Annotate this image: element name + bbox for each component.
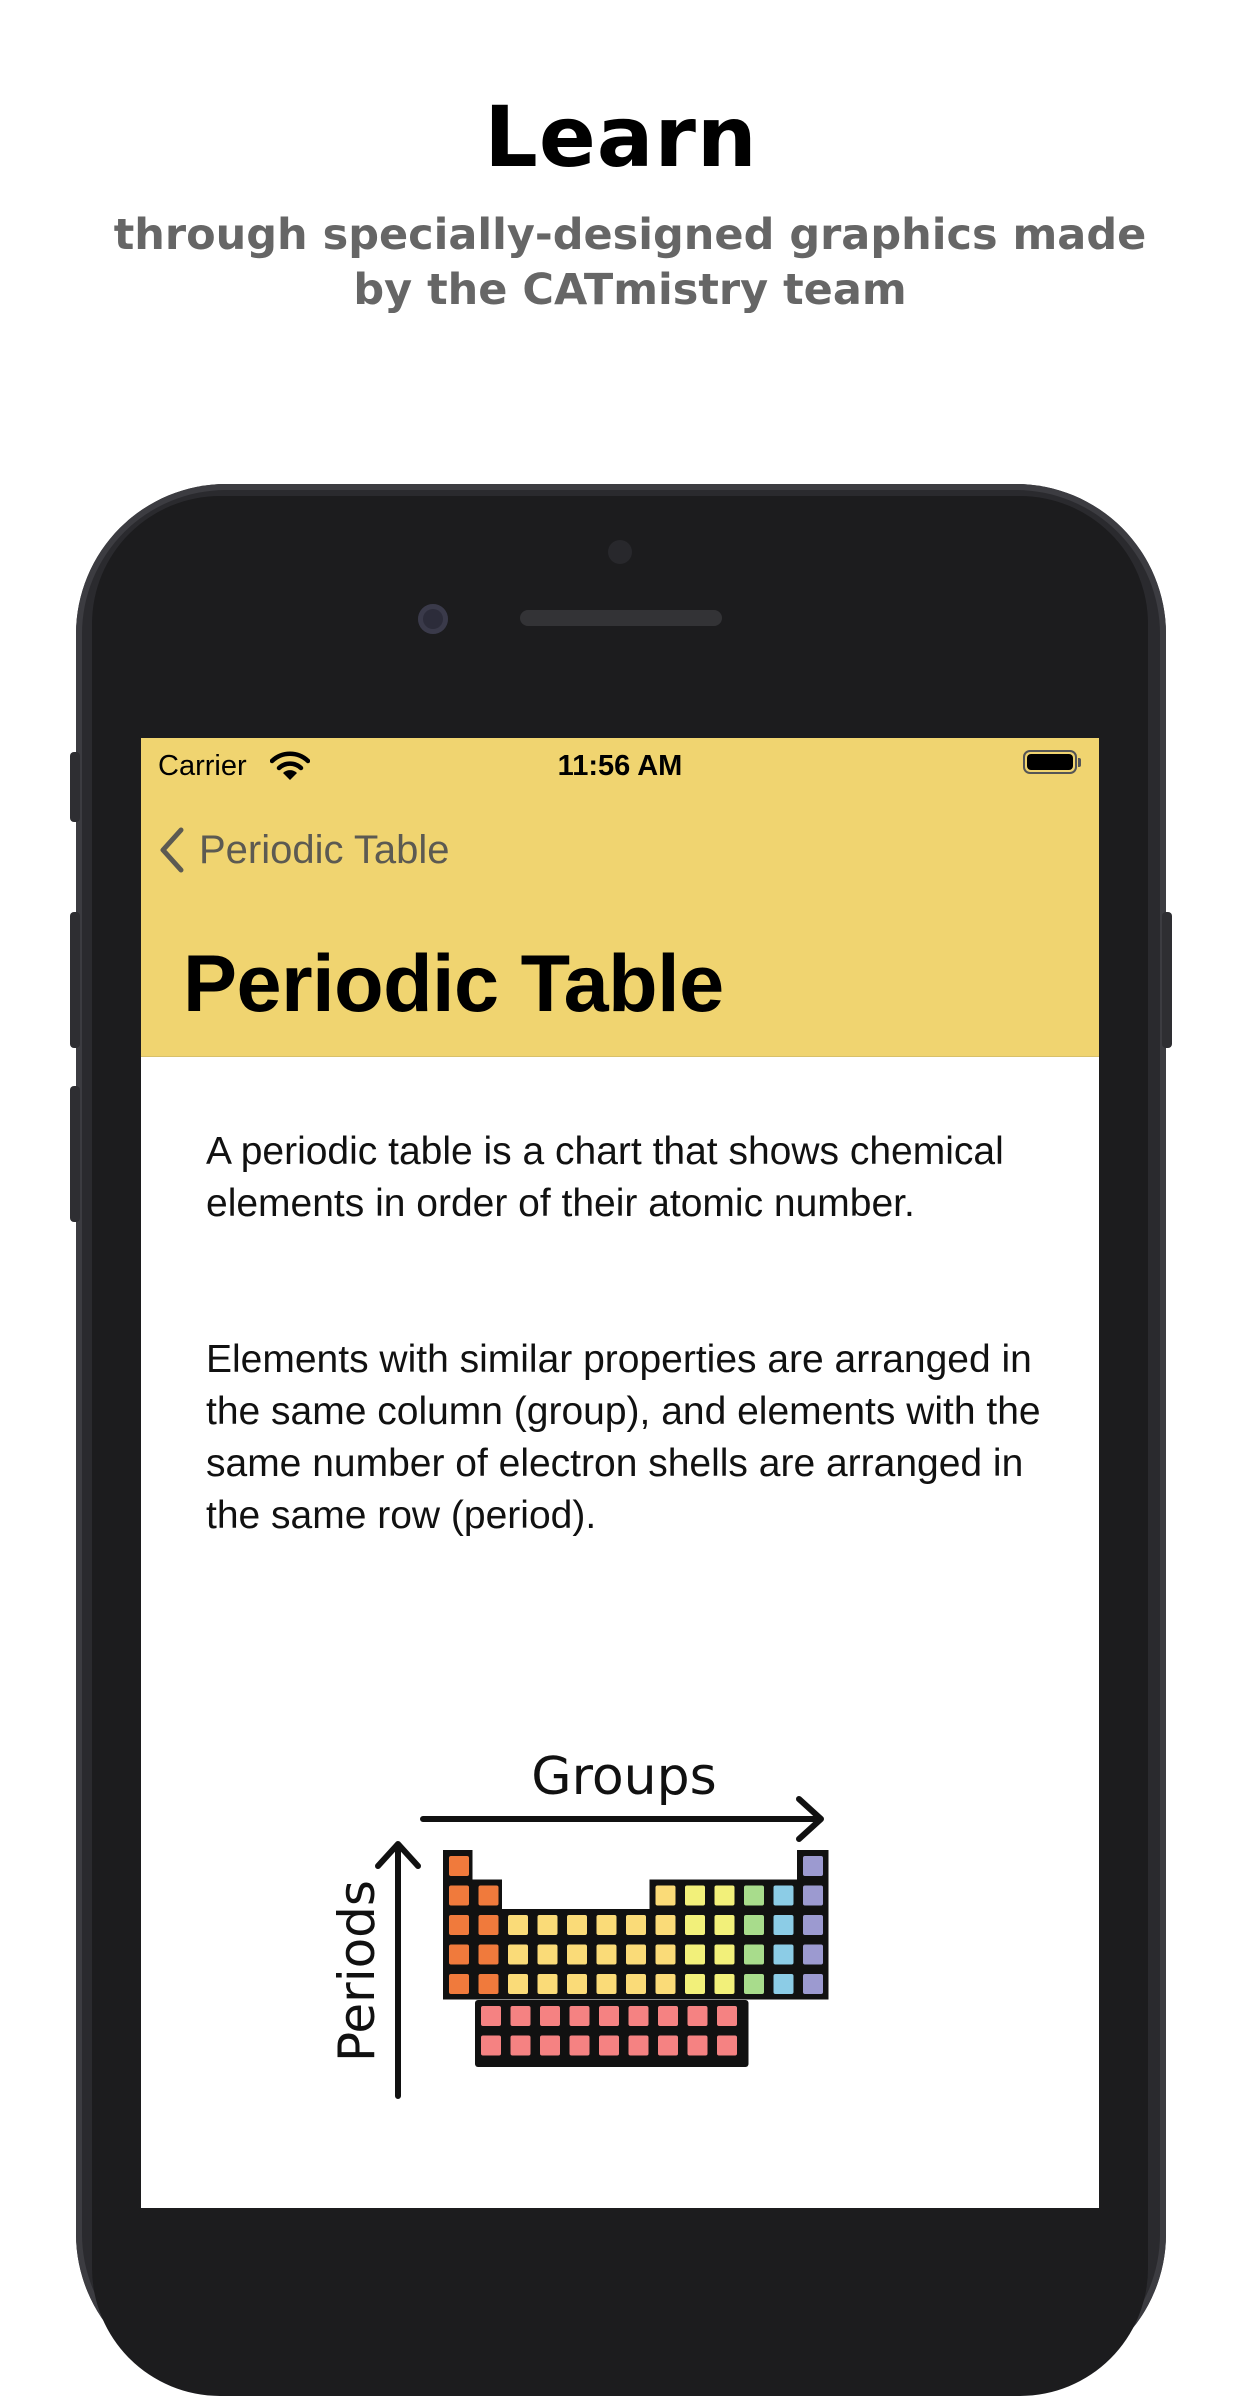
navigation-bar: Carrier 11:56 AM Periodic Table Periodic…	[141, 738, 1099, 1057]
f-block-cell	[540, 2006, 560, 2026]
promo-title: Learn	[484, 88, 758, 186]
volume-down-button	[70, 1086, 80, 1222]
element-cell	[626, 1915, 646, 1935]
element-cell	[537, 1944, 558, 1965]
element-cell	[508, 1944, 528, 1965]
element-cell	[626, 1974, 646, 1994]
volume-up-button	[70, 912, 80, 1048]
f-block-cell	[628, 2006, 649, 2026]
f-block-cell	[658, 2035, 678, 2056]
element-cell	[596, 1915, 617, 1935]
element-cell	[744, 1915, 764, 1935]
back-button[interactable]: Periodic Table	[159, 820, 450, 880]
periodic-table-diagram: Groups Periods	[328, 1747, 829, 2099]
element-cell	[773, 1944, 794, 1965]
f-block-cell	[658, 2006, 678, 2026]
f-block-cell	[540, 2035, 560, 2056]
element-cell	[744, 1885, 764, 1906]
element-cell	[567, 1944, 587, 1965]
element-cell	[714, 1915, 735, 1935]
f-block-cell	[687, 2006, 708, 2026]
element-cell	[685, 1915, 705, 1935]
element-cell	[537, 1915, 558, 1935]
element-cell	[537, 1974, 558, 1994]
element-cell	[773, 1974, 794, 1994]
groups-label: Groups	[531, 1747, 716, 1807]
element-cell	[803, 1944, 823, 1965]
periodic-table-cells	[443, 1850, 829, 2067]
element-cell	[449, 1974, 469, 1994]
f-block-cell	[569, 2035, 590, 2056]
element-cell	[449, 1856, 469, 1876]
power-button	[1162, 912, 1172, 1048]
paragraph-groups-periods: Elements with similar properties are arr…	[206, 1338, 1041, 1537]
element-cell	[655, 1944, 676, 1965]
mute-switch	[70, 752, 80, 822]
element-cell	[803, 1856, 823, 1876]
front-camera-icon	[418, 604, 448, 634]
chevron-left-icon	[160, 827, 184, 873]
phone-screen: Carrier 11:56 AM Periodic Table Periodic…	[141, 738, 1099, 2208]
element-cell	[655, 1974, 676, 1994]
element-cell	[714, 1885, 735, 1906]
element-cell	[478, 1944, 499, 1965]
element-cell	[714, 1974, 735, 1994]
element-cell	[714, 1944, 735, 1965]
status-bar: Carrier 11:56 AM	[141, 738, 1099, 794]
earpiece-speaker	[520, 610, 722, 626]
element-cell	[596, 1974, 617, 1994]
f-block-cell	[599, 2006, 619, 2026]
element-cell	[449, 1944, 469, 1965]
f-block-cell	[628, 2035, 649, 2056]
back-button-label: Periodic Table	[199, 827, 450, 872]
element-cell	[478, 1915, 499, 1935]
element-cell	[478, 1885, 499, 1906]
promo-subtitle: through specially-designed graphics made…	[113, 210, 1147, 315]
f-block-cell	[717, 2035, 737, 2056]
periods-label: Periods	[328, 1880, 386, 2062]
paragraph-intro: A periodic table is a chart that shows c…	[206, 1130, 1004, 1225]
f-block-cell	[569, 2006, 590, 2026]
f-block-cell	[717, 2006, 737, 2026]
element-cell	[478, 1974, 499, 1994]
battery-icon	[1023, 750, 1081, 774]
element-cell	[449, 1885, 469, 1906]
element-cell	[744, 1944, 764, 1965]
element-cell	[508, 1915, 528, 1935]
status-time: 11:56 AM	[557, 750, 683, 782]
element-cell	[744, 1974, 764, 1994]
element-cell	[655, 1885, 676, 1906]
element-cell	[449, 1915, 469, 1935]
element-cell	[567, 1915, 587, 1935]
element-cell	[803, 1974, 823, 1994]
element-cell	[685, 1974, 705, 1994]
f-block-cell	[599, 2035, 619, 2056]
f-block-cell	[510, 2035, 531, 2056]
element-cell	[773, 1915, 794, 1935]
element-cell	[567, 1974, 587, 1994]
element-cell	[803, 1885, 823, 1906]
element-cell	[626, 1944, 646, 1965]
element-cell	[508, 1974, 528, 1994]
f-block-cell	[481, 2035, 501, 2056]
element-cell	[685, 1885, 705, 1906]
proximity-sensor	[608, 540, 632, 564]
element-cell	[803, 1915, 823, 1935]
f-block-cell	[510, 2006, 531, 2026]
page-title: Periodic Table	[183, 939, 724, 1029]
element-cell	[655, 1915, 676, 1935]
element-cell	[773, 1885, 794, 1906]
f-block-cell	[481, 2006, 501, 2026]
element-cell	[685, 1944, 705, 1965]
f-block-cell	[687, 2035, 708, 2056]
element-cell	[596, 1944, 617, 1965]
